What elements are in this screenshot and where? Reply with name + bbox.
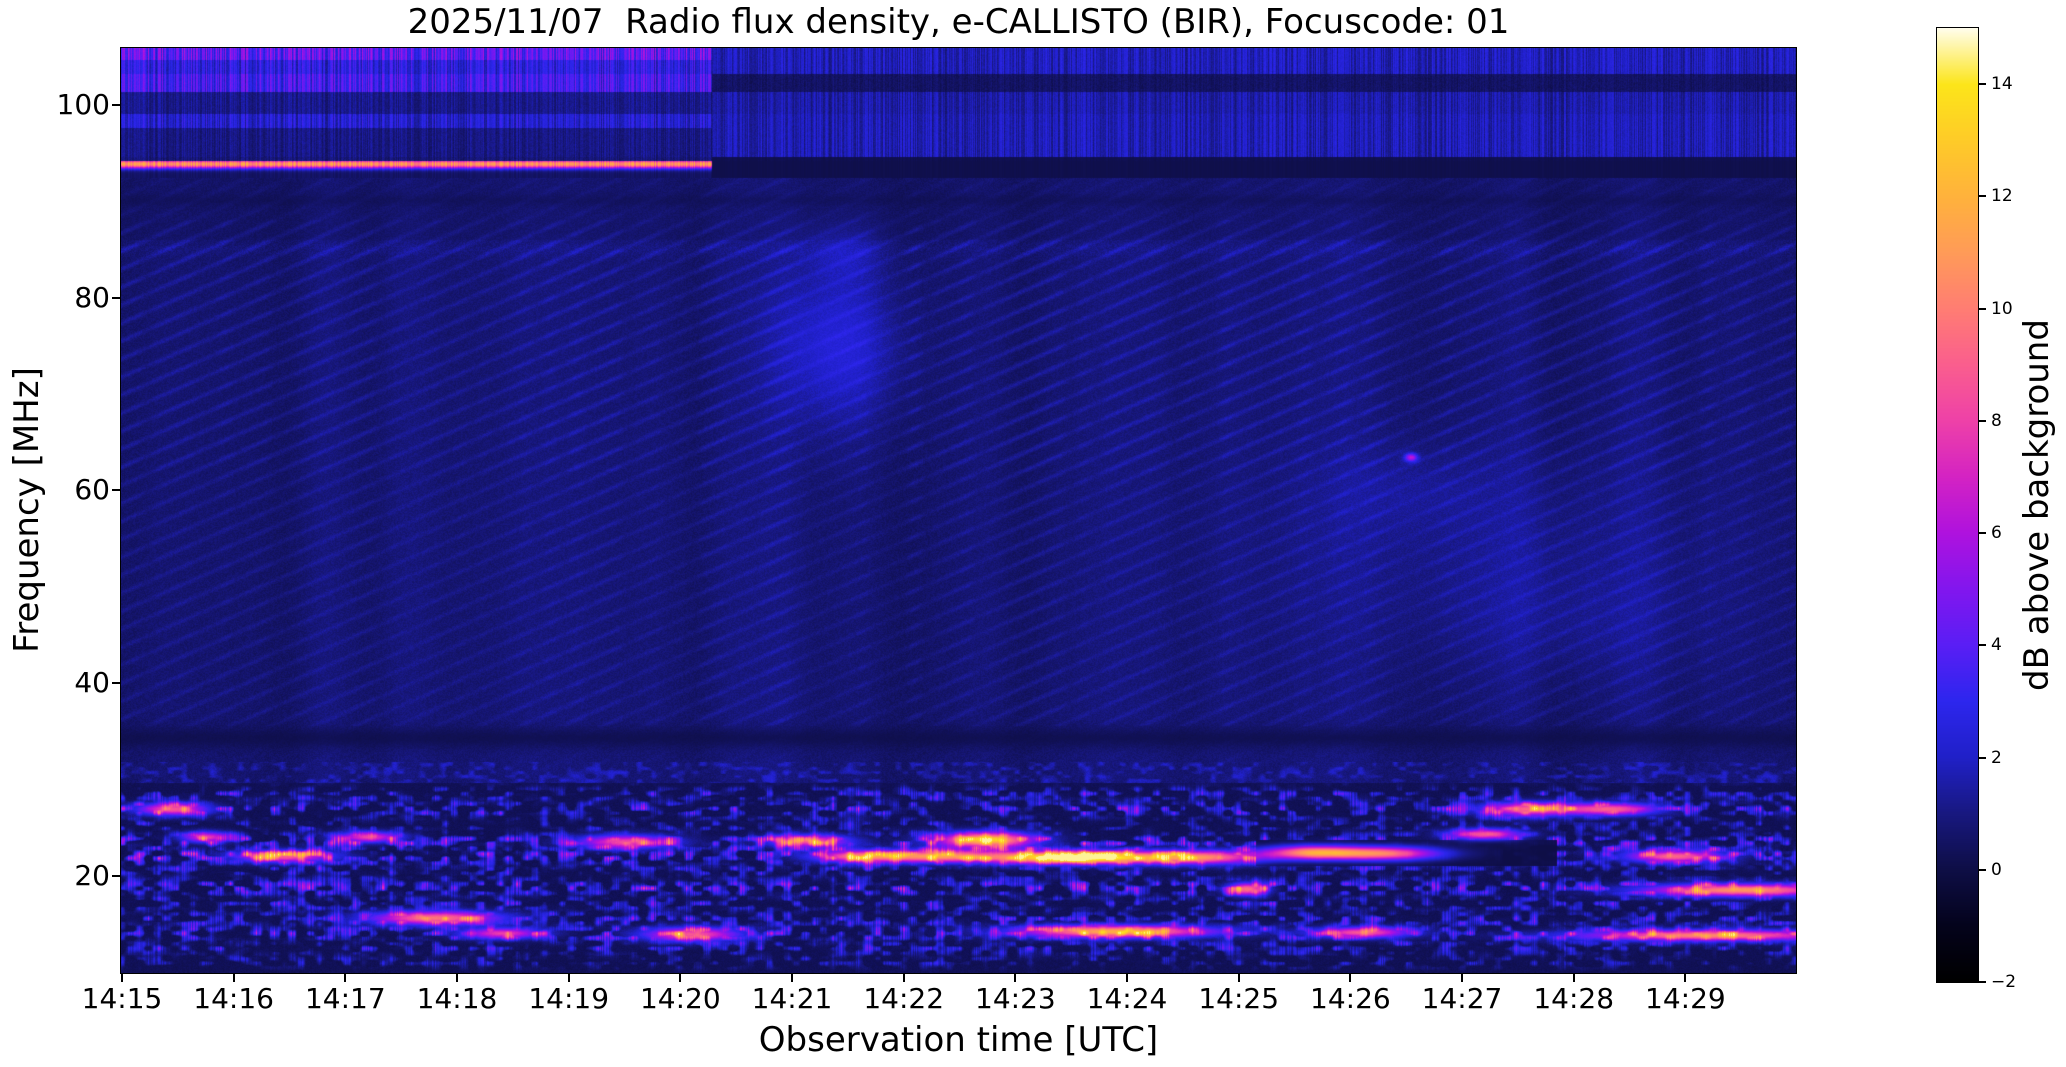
colorbar-tick-label: 0: [1991, 859, 2002, 880]
x-tick-mark: [1126, 974, 1129, 982]
colorbar-tick-mark: [1979, 307, 1986, 310]
x-axis-label: Observation time [UTC]: [758, 1020, 1159, 1060]
x-tick-mark: [1349, 974, 1352, 982]
colorbar-tick-mark: [1979, 981, 1986, 983]
y-tick-mark: [112, 489, 120, 492]
y-tick-label: 40: [74, 665, 110, 699]
y-axis-label: Frequency [MHz]: [7, 367, 47, 653]
colorbar-tick-label: 6: [1991, 523, 2002, 544]
x-tick-mark: [791, 974, 794, 982]
x-tick-mark: [1014, 974, 1017, 982]
colorbar-tick-mark: [1979, 756, 1986, 759]
y-tick-mark: [112, 874, 120, 877]
x-tick-mark: [679, 974, 682, 982]
y-tick-label: 100: [56, 87, 110, 121]
colorbar-tick-mark: [1979, 532, 1986, 535]
x-tick-mark: [121, 974, 123, 982]
y-tick-label: 80: [74, 280, 110, 314]
colorbar-tick-mark: [1979, 644, 1986, 647]
x-tick-mark: [1684, 974, 1687, 982]
colorbar-tick-label: 8: [1991, 410, 2002, 431]
colorbar-tick-label: −2: [1991, 972, 2017, 992]
y-tick-mark: [112, 681, 120, 684]
x-tick-mark: [344, 974, 347, 982]
colorbar-frame: [1936, 27, 1979, 983]
colorbar-tick-label: 4: [1991, 635, 2002, 656]
x-tick-mark: [1237, 974, 1240, 982]
x-tick-mark: [1572, 974, 1575, 982]
chart-title: 2025/11/07 Radio flux density, e-CALLIST…: [407, 2, 1510, 42]
y-tick-mark: [112, 103, 120, 106]
colorbar-tick-label: 2: [1991, 747, 2002, 768]
y-tick-label: 20: [74, 858, 110, 892]
colorbar-gradient: [1937, 28, 1978, 982]
colorbar-tick-mark: [1979, 868, 1986, 871]
colorbar-tick-label: 12: [1991, 186, 2013, 207]
plot-area-frame: [120, 47, 1797, 974]
figure-page: { "title": "2025/11/07 Radio flux densit…: [0, 0, 2066, 1067]
colorbar-tick-mark: [1979, 195, 1986, 198]
x-tick-mark: [902, 974, 905, 982]
x-tick-mark: [456, 974, 458, 982]
x-tick-mark: [1461, 974, 1464, 982]
colorbar-tick-label: 10: [1991, 298, 2013, 319]
colorbar-label: dB above background: [2017, 319, 2057, 691]
colorbar-tick-label: 14: [1991, 74, 2013, 95]
x-tick-label: 14:29: [1645, 982, 1726, 1015]
spectrogram-heatmap: [121, 48, 1796, 973]
y-tick-mark: [112, 296, 120, 299]
x-tick-mark: [567, 974, 570, 982]
colorbar-tick-mark: [1979, 83, 1986, 86]
colorbar-tick-mark: [1979, 419, 1986, 422]
x-tick-mark: [232, 974, 235, 982]
